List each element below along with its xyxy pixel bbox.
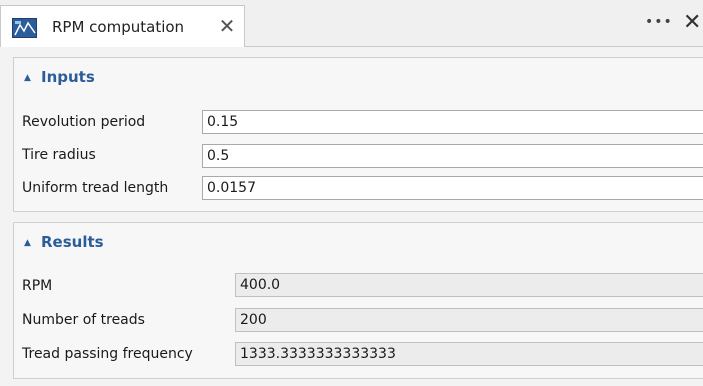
results-section-header[interactable]: ▲ Results [24,233,104,255]
number-of-treads-value: 200 [235,308,703,332]
inputs-section: ▲ Inputs Revolution period 0.15 Tire radi… [13,57,703,212]
close-view-icon[interactable]: ✕ [683,12,703,36]
tire-radius-label: Tire radius [22,147,96,163]
collapse-chevron-icon: ▲ [24,73,31,83]
rpm-computation-view: RPM computation ✕ ••• ✕ ▲ Inputs Revoluti… [0,0,703,386]
rpm-app-icon [12,18,37,38]
view-menu-icon[interactable]: ••• [645,14,672,34]
revolution-period-input[interactable]: 0.15 [202,110,703,134]
uniform-tread-length-input[interactable]: 0.0157 [202,176,703,200]
tab-title: RPM computation [52,18,185,36]
tread-passing-frequency-value: 1333.3333333333333 [235,342,703,366]
inputs-header-label: Inputs [41,68,95,86]
revolution-period-label: Revolution period [22,114,146,130]
inputs-section-header[interactable]: ▲ Inputs [24,68,95,90]
tire-radius-input[interactable]: 0.5 [202,144,703,168]
results-section: ▲ Results RPM 400.0 Number of treads 200 … [13,222,703,379]
rpm-label: RPM [22,278,53,294]
tab-rpm-computation[interactable]: RPM computation ✕ [0,5,245,47]
close-tab-icon[interactable]: ✕ [215,14,239,38]
collapse-chevron-icon: ▲ [24,238,31,248]
tread-passing-frequency-label: Tread passing frequency [22,346,193,362]
results-header-label: Results [41,233,104,251]
uniform-tread-length-label: Uniform tread length [22,180,169,196]
number-of-treads-label: Number of treads [22,312,145,328]
tab-bar: RPM computation ✕ ••• ✕ [0,0,703,47]
rpm-value: 400.0 [235,273,703,297]
